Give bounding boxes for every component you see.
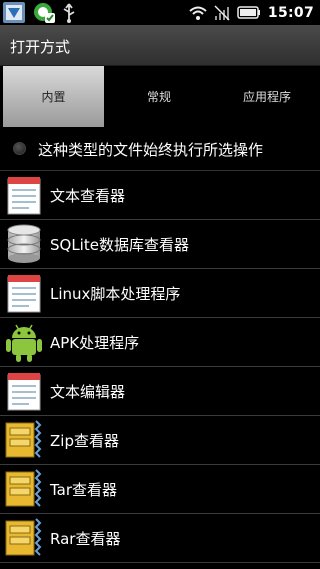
list-item-tar-viewer[interactable]: Tar查看器: [0, 465, 320, 514]
app-label: SQLite数据库查看器: [50, 236, 189, 254]
clock: 15:07: [267, 4, 314, 21]
always-use-checkbox[interactable]: [13, 142, 26, 155]
list-item-linux-script-handler[interactable]: Linux脚本处理程序: [0, 269, 320, 318]
battery-icon: [237, 6, 260, 19]
archive-icon: [5, 518, 42, 556]
list-item-text-viewer[interactable]: 文本查看器: [0, 171, 320, 220]
title-bar: 打开方式: [0, 25, 320, 66]
app-label: 文本查看器: [50, 187, 126, 205]
app-list: 文本查看器 SQLite数据库查看器 Linux脚本处理程序 APK处理程序 文…: [0, 171, 320, 563]
tab-label: 常规: [146, 90, 171, 104]
no-signal-icon: [214, 4, 230, 21]
tab-applications[interactable]: 应用程序: [214, 66, 320, 127]
list-item-apk-handler[interactable]: APK处理程序: [0, 318, 320, 367]
list-item-zip-viewer[interactable]: Zip查看器: [0, 416, 320, 465]
app-label: 文本编辑器: [50, 383, 126, 401]
archive-icon: [5, 469, 42, 507]
app-label: APK处理程序: [50, 334, 140, 352]
always-use-option[interactable]: 这种类型的文件始终执行所选操作: [0, 127, 320, 171]
app-launcher-icon: [3, 2, 25, 23]
list-item-text-editor[interactable]: 文本编辑器: [0, 367, 320, 416]
app-label: Linux脚本处理程序: [50, 285, 181, 303]
app-label: Tar查看器: [50, 481, 118, 499]
tab-label: 应用程序: [242, 90, 291, 104]
android-icon: [6, 324, 42, 362]
wifi-icon: [189, 6, 207, 20]
status-bar: 15:07: [0, 0, 320, 25]
app-label: Rar查看器: [50, 530, 121, 548]
list-item-sqlite-viewer[interactable]: SQLite数据库查看器: [0, 220, 320, 269]
notepad-icon: [7, 373, 41, 411]
usb-icon: [63, 2, 75, 23]
archive-icon: [5, 420, 42, 458]
tab-builtin[interactable]: 内置: [3, 66, 104, 127]
tab-bar: 内置 常规 应用程序: [0, 66, 320, 127]
list-item-rar-viewer[interactable]: Rar查看器: [0, 514, 320, 563]
tab-label: 内置: [41, 90, 66, 104]
dialog-title: 打开方式: [10, 38, 71, 56]
database-icon: [7, 224, 41, 263]
vpn-shield-icon: [34, 3, 55, 23]
notepad-icon: [7, 177, 41, 215]
notepad-icon: [7, 275, 41, 313]
always-use-label: 这种类型的文件始终执行所选操作: [38, 141, 264, 159]
app-label: Zip查看器: [50, 432, 119, 450]
tab-general[interactable]: 常规: [107, 66, 211, 127]
